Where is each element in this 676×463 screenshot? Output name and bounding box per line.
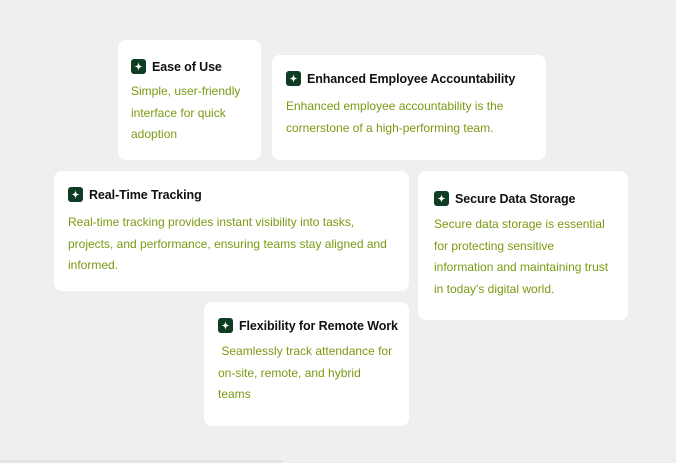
card-header: Secure Data Storage [434,191,614,206]
card-header: Flexibility for Remote Work [218,318,398,333]
feature-card-employee-accountability: Enhanced Employee Accountability Enhance… [272,55,546,160]
card-title: Flexibility for Remote Work [239,318,398,333]
sparkle-icon [218,318,233,333]
sparkle-icon [286,71,301,86]
card-description: Simple, user-friendly interface for quic… [131,84,241,141]
feature-card-secure-data-storage: Secure Data Storage Secure data storage … [418,171,628,320]
card-title: Enhanced Employee Accountability [307,71,516,86]
card-description: Seamlessly track attendance for on-site,… [218,344,396,401]
sparkle-icon [131,59,146,74]
feature-card-real-time-tracking: Real-Time Tracking Real-time tracking pr… [54,171,409,291]
card-title: Real-Time Tracking [89,187,202,202]
card-title: Secure Data Storage [455,191,576,206]
feature-card-remote-work-flexibility: Flexibility for Remote Work Seamlessly t… [204,302,409,426]
card-description: Secure data storage is essential for pro… [434,217,609,296]
sparkle-icon [434,191,449,206]
card-header: Enhanced Employee Accountability [286,71,532,86]
sparkle-icon [68,187,83,202]
feature-card-ease-of-use: Ease of Use Simple, user-friendly interf… [118,40,261,160]
card-header: Ease of Use [131,59,247,74]
card-description: Enhanced employee accountability is the … [286,99,504,135]
card-description: Real-time tracking provides instant visi… [68,215,387,272]
card-title: Ease of Use [152,59,222,74]
card-header: Real-Time Tracking [68,187,395,202]
